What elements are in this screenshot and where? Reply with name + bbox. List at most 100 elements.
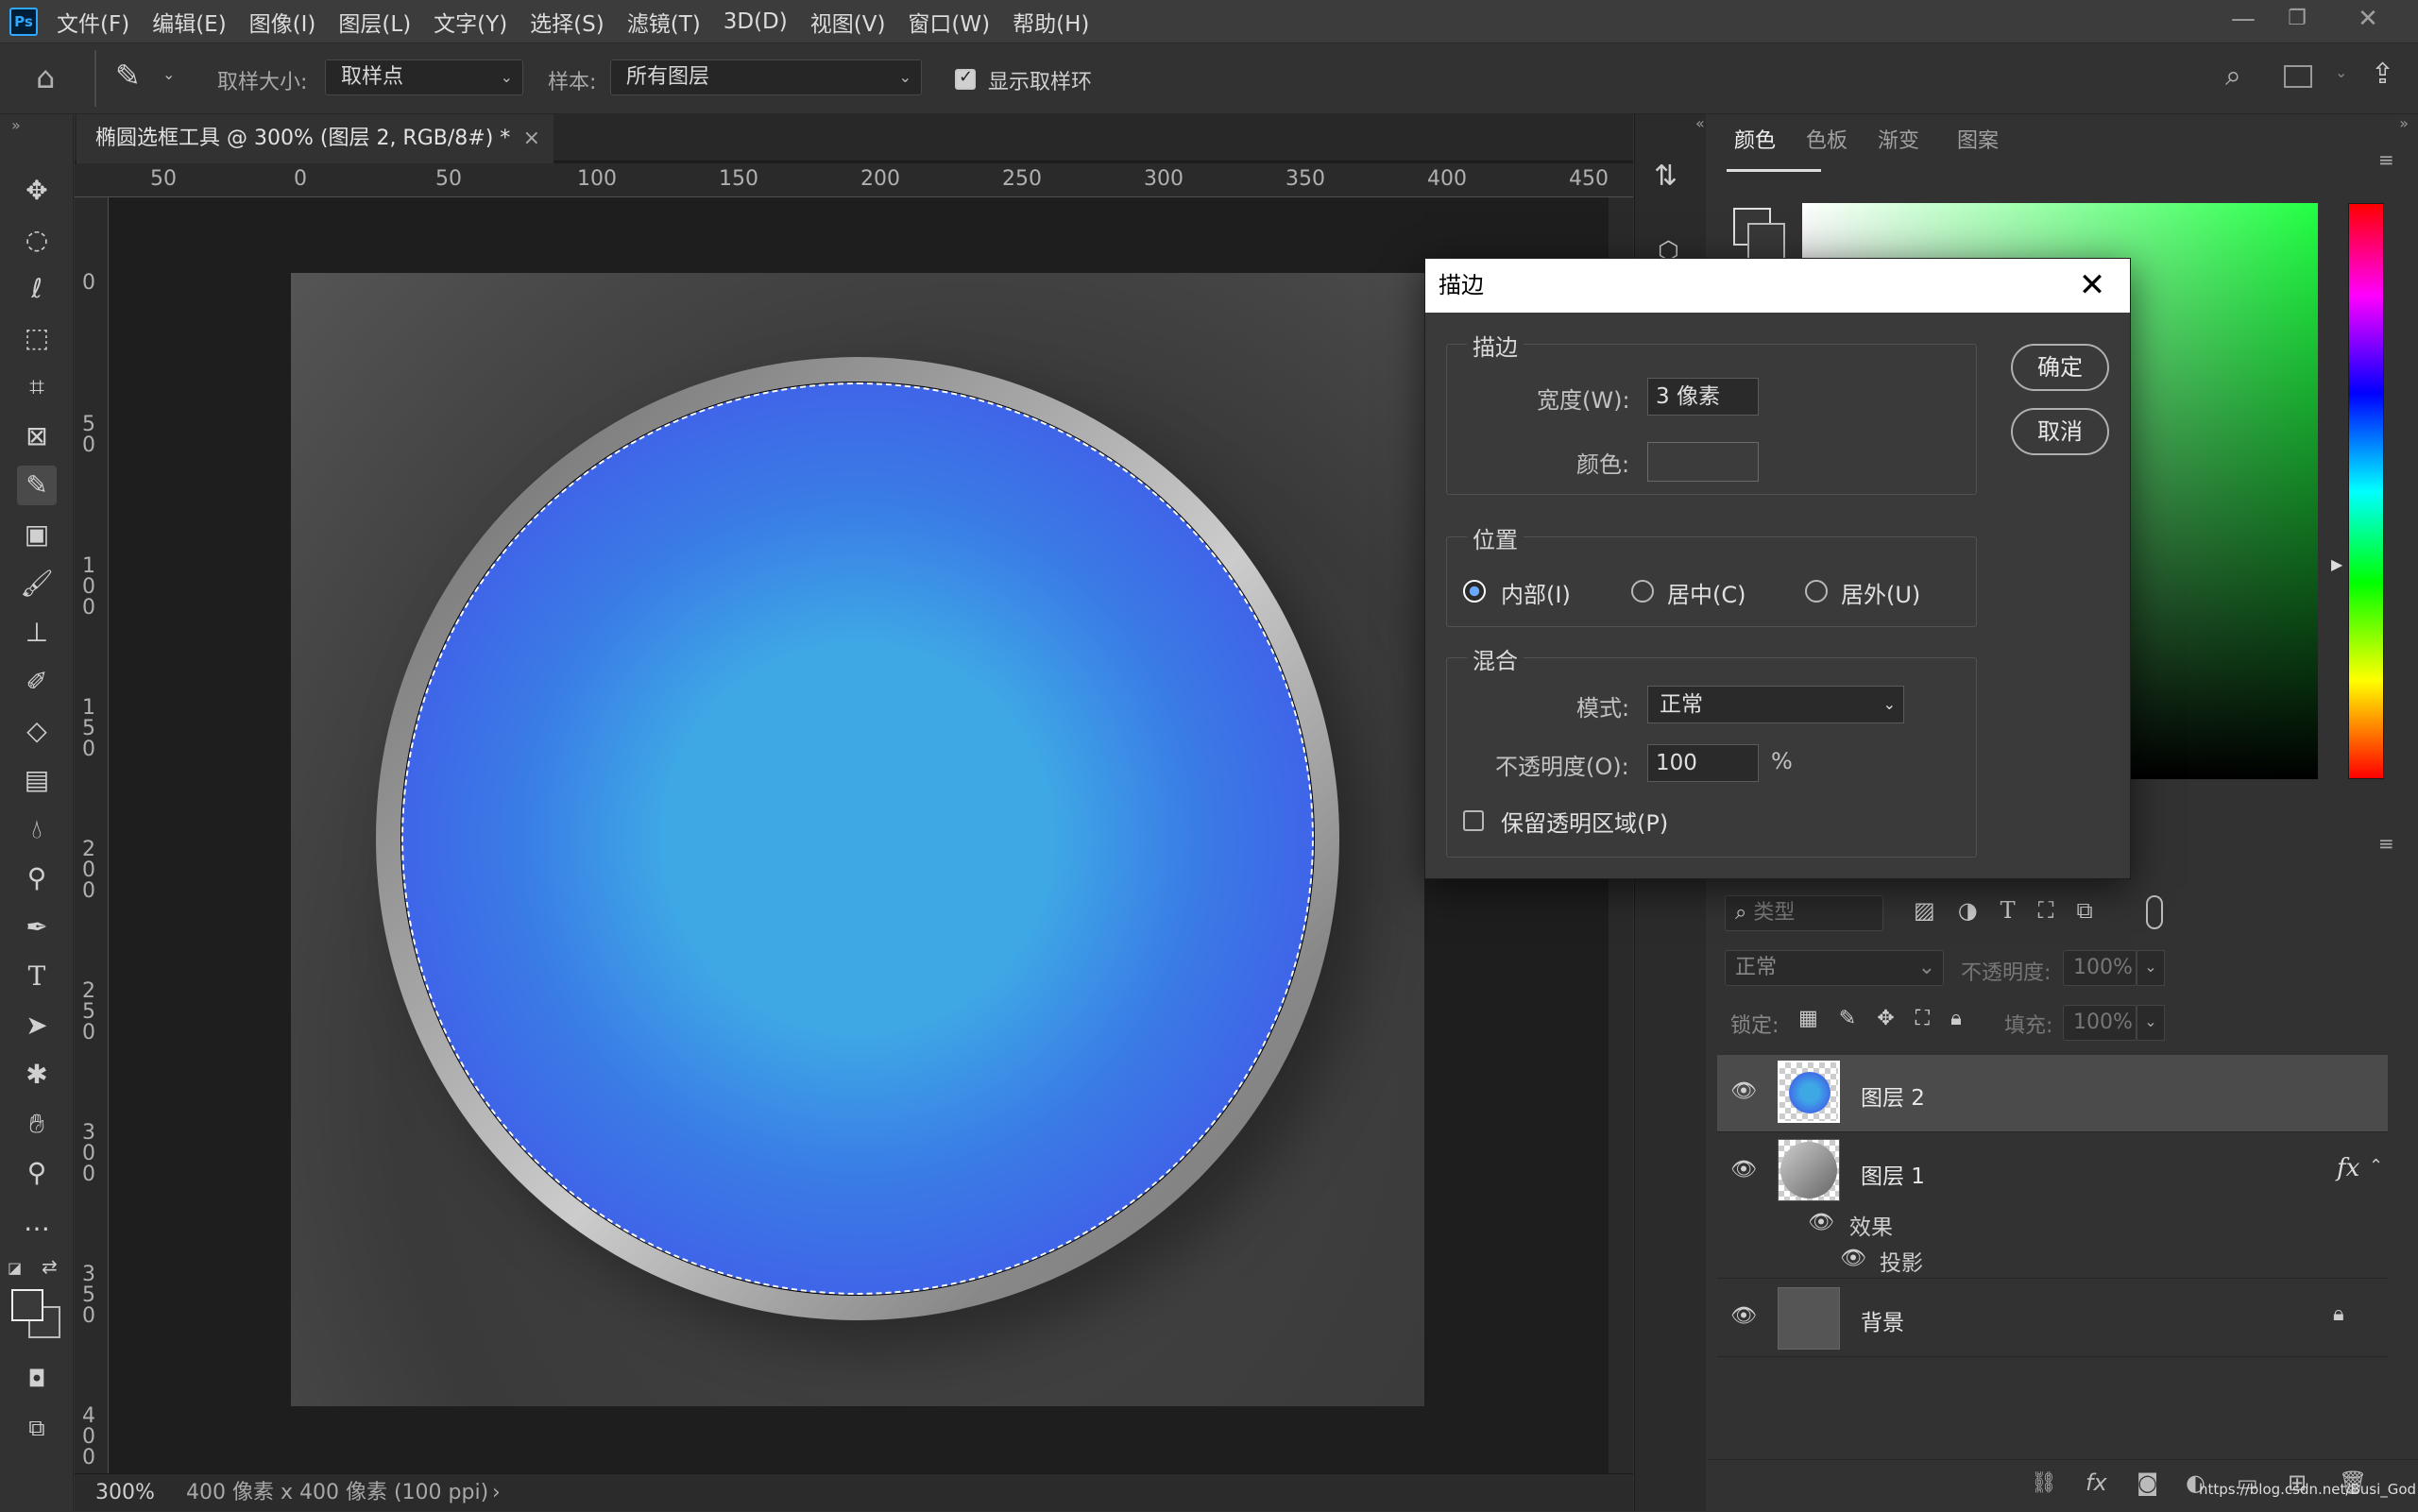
blur-icon[interactable]: 💧︎ xyxy=(17,809,57,849)
share-icon[interactable]: ⇪ xyxy=(2371,58,2394,91)
type-tool-icon[interactable]: T xyxy=(17,957,57,996)
menu-select[interactable]: 选择(S) xyxy=(530,6,604,38)
lock-all-icon[interactable]: 🔒︎ xyxy=(1950,1007,1962,1030)
zoom-level[interactable]: 300% xyxy=(95,1474,155,1512)
layer-row[interactable]: 👁︎ 背景 🔒︎ xyxy=(1717,1280,2388,1357)
chevron-down-icon[interactable]: ⌄ xyxy=(2137,950,2165,986)
elliptical-marquee-icon[interactable]: ◌ xyxy=(17,220,57,260)
preserve-transparency-label[interactable]: 保留透明区域(P) xyxy=(1501,805,1668,838)
mode-select[interactable]: 正常 ⌄ xyxy=(1647,686,1904,723)
more-tools-icon[interactable]: … xyxy=(17,1202,57,1242)
tab-color[interactable]: 颜色 xyxy=(1734,114,1776,169)
width-input[interactable]: 3 像素 xyxy=(1647,378,1759,416)
menu-view[interactable]: 视图(V) xyxy=(810,6,886,38)
eyedropper-preset-icon[interactable]: ✎ xyxy=(115,58,141,93)
search-icon[interactable]: ⌕ xyxy=(2225,59,2241,93)
tab-patterns[interactable]: 图案 xyxy=(1957,114,1999,169)
frame-icon[interactable]: ⊠ xyxy=(17,416,57,456)
restore-icon[interactable]: ❐ xyxy=(2273,0,2321,38)
close-icon[interactable]: ✕ xyxy=(2071,264,2113,306)
collapse-icon[interactable]: » xyxy=(2399,114,2409,132)
layer-row[interactable]: 👁︎ 图层 2 xyxy=(1717,1055,2388,1132)
lock-position-icon[interactable]: ✥ xyxy=(1877,1007,1894,1030)
radio-center[interactable] xyxy=(1631,580,1654,603)
preserve-transparency-checkbox[interactable] xyxy=(1463,810,1484,831)
fill-input[interactable]: 100% xyxy=(2063,1005,2137,1041)
eyedropper-icon[interactable]: ✎ xyxy=(17,466,57,505)
radio-outside-label[interactable]: 居外(U) xyxy=(1841,576,1920,609)
layer-row[interactable]: 👁︎ 图层 1 fx ⌃ 👁︎ 效果 👁︎ 投影 xyxy=(1717,1133,2388,1279)
stroke-color-swatch[interactable] xyxy=(1647,442,1759,482)
show-ring-checkbox[interactable]: ✓ xyxy=(955,67,976,90)
radio-inside-label[interactable]: 内部(I) xyxy=(1501,576,1571,609)
hue-slider-handle-icon[interactable]: ▶ xyxy=(2331,555,2342,573)
menu-window[interactable]: 窗口(W) xyxy=(908,6,990,38)
blue-orb-selection[interactable] xyxy=(400,382,1315,1296)
minimize-icon[interactable]: — xyxy=(2220,0,2267,38)
radio-outside[interactable] xyxy=(1805,580,1828,603)
pen-icon[interactable]: ✒ xyxy=(17,908,57,947)
sample-select[interactable]: 所有图层 ⌄ xyxy=(610,59,922,95)
lock-icon[interactable]: 🔒︎ xyxy=(2333,1302,2344,1326)
blend-mode-select[interactable]: 正常 ⌄ xyxy=(1725,950,1944,986)
move-tool-icon[interactable]: ✥ xyxy=(17,171,57,211)
menu-3d[interactable]: 3D(D) xyxy=(724,9,788,34)
menu-file[interactable]: 文件(F) xyxy=(57,6,129,38)
sample-size-select[interactable]: 取样点 ⌄ xyxy=(325,59,523,95)
document-tab[interactable]: 椭圆选框工具 @ 300% (图层 2, RGB/8#) * × xyxy=(77,114,553,163)
shape-filter-icon[interactable]: ⛶ xyxy=(2038,897,2054,924)
visibility-eye-icon[interactable]: 👁︎ xyxy=(1730,1158,1757,1181)
default-colors-icon[interactable]: ◪ xyxy=(8,1259,22,1277)
path-select-icon[interactable]: ➤ xyxy=(17,1006,57,1045)
eraser-icon[interactable]: ◇ xyxy=(17,711,57,751)
tab-swatches[interactable]: 色板 xyxy=(1806,114,1848,169)
chevron-up-icon[interactable]: ⌃ xyxy=(2369,1156,2383,1176)
cancel-button[interactable]: 取消 xyxy=(2011,408,2109,455)
visibility-eye-icon[interactable]: 👁︎ xyxy=(1730,1304,1757,1328)
object-select-icon[interactable]: ⬚ xyxy=(17,318,57,358)
foreground-color-swatch[interactable] xyxy=(11,1289,43,1321)
spot-healing-icon[interactable]: ▣ xyxy=(17,515,57,554)
dodge-icon[interactable]: ⚲ xyxy=(17,858,57,898)
ok-button[interactable]: 确定 xyxy=(2011,344,2109,391)
zoom-icon[interactable]: ⚲ xyxy=(17,1153,57,1193)
radio-inside[interactable] xyxy=(1463,580,1486,603)
effect-drop-shadow[interactable]: 投影 xyxy=(1880,1245,1923,1277)
hue-slider[interactable] xyxy=(2348,203,2384,779)
lasso-icon[interactable]: ℓ xyxy=(17,269,57,309)
opacity-input[interactable]: 100% xyxy=(2063,950,2137,986)
vertical-ruler[interactable]: 0 5 0 1 0 0 1 5 0 2 0 0 2 5 0 3 0 0 3 5 … xyxy=(75,197,109,1473)
crop-icon[interactable]: ⌗ xyxy=(17,367,57,407)
history-brush-icon[interactable]: ✐ xyxy=(17,662,57,702)
menu-help[interactable]: 帮助(H) xyxy=(1013,6,1089,38)
add-style-icon[interactable]: fx xyxy=(2086,1470,2107,1496)
radio-center-label[interactable]: 居中(C) xyxy=(1667,576,1745,609)
history-icon[interactable]: ⇅ xyxy=(1654,160,1677,193)
horizontal-ruler[interactable]: 50 0 50 100 150 200 250 300 350 400 450 xyxy=(75,163,1633,197)
panel-menu-icon[interactable]: ≡ xyxy=(2378,148,2394,171)
image-filter-icon[interactable]: ▨ xyxy=(1914,897,1935,924)
add-mask-icon[interactable]: ◙ xyxy=(2137,1470,2158,1496)
layer-filter-select[interactable]: ⌕ 类型 xyxy=(1725,895,1883,931)
menu-edit[interactable]: 编辑(E) xyxy=(152,6,226,38)
menu-filter[interactable]: 滤镜(T) xyxy=(627,6,701,38)
background-color-swatch[interactable] xyxy=(1747,223,1785,261)
gradient-icon[interactable]: ▤ xyxy=(17,760,57,800)
link-layers-icon[interactable]: ⛓︎ xyxy=(2031,1471,2057,1495)
lock-artboard-icon[interactable]: ⛶ xyxy=(1916,1007,1930,1030)
swap-colors-icon[interactable]: ⇄ xyxy=(42,1255,58,1278)
visibility-eye-icon[interactable]: 👁︎ xyxy=(1840,1247,1866,1270)
adjustment-filter-icon[interactable]: ◑ xyxy=(1958,897,1978,924)
quick-mask-icon[interactable]: ◘ xyxy=(17,1359,57,1399)
chevron-down-icon[interactable]: ⌄ xyxy=(2137,1005,2165,1041)
chevron-down-icon[interactable]: ⌄ xyxy=(2335,63,2347,81)
chevron-right-icon[interactable]: › xyxy=(492,1474,501,1512)
shape-icon[interactable]: ✱ xyxy=(17,1055,57,1095)
type-filter-icon[interactable]: T xyxy=(2001,897,2016,924)
close-tab-icon[interactable]: × xyxy=(523,114,540,163)
visibility-eye-icon[interactable]: 👁︎ xyxy=(1808,1211,1834,1234)
clone-stamp-icon[interactable]: ⊥ xyxy=(17,613,57,653)
layer-effects-badge[interactable]: fx xyxy=(2337,1154,2359,1182)
brush-icon[interactable]: 🖌︎ xyxy=(17,564,57,603)
menu-type[interactable]: 文字(Y) xyxy=(434,6,507,38)
